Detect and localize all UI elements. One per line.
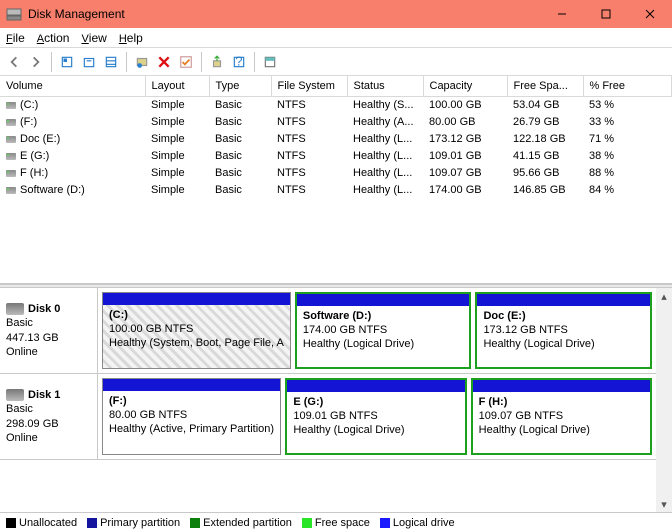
- detail-button[interactable]: [260, 52, 280, 72]
- delete-button[interactable]: [154, 52, 174, 72]
- menu-file[interactable]: File: [6, 31, 25, 45]
- drive-icon: [6, 136, 16, 143]
- titlebar[interactable]: Disk Management: [0, 0, 672, 28]
- settings-button[interactable]: [132, 52, 152, 72]
- list-view-button[interactable]: [101, 52, 121, 72]
- scroll-up-icon[interactable]: ▴: [656, 288, 672, 304]
- col-layout[interactable]: Layout: [145, 76, 209, 96]
- disk-icon: [6, 303, 24, 315]
- drive-icon: [6, 102, 16, 109]
- refresh-button[interactable]: [57, 52, 77, 72]
- check-button[interactable]: [176, 52, 196, 72]
- window-title: Disk Management: [28, 7, 540, 21]
- minimize-button[interactable]: [540, 0, 584, 28]
- partition[interactable]: Doc (E:)173.12 GB NTFSHealthy (Logical D…: [475, 292, 652, 369]
- partition[interactable]: (F:)80.00 GB NTFSHealthy (Active, Primar…: [102, 378, 281, 455]
- disk-map-pane[interactable]: Disk 0Basic447.13 GBOnline(C:)100.00 GB …: [0, 288, 656, 512]
- extend-button[interactable]: [207, 52, 227, 72]
- table-row[interactable]: E (G:) SimpleBasicNTFSHealthy (L...109.0…: [0, 148, 672, 165]
- volume-list-pane[interactable]: Volume Layout Type File System Status Ca…: [0, 76, 672, 284]
- properties-button[interactable]: [79, 52, 99, 72]
- col-pct[interactable]: % Free: [583, 76, 672, 96]
- partition[interactable]: (C:)100.00 GB NTFSHealthy (System, Boot,…: [102, 292, 291, 369]
- drive-icon: [6, 153, 16, 160]
- table-row[interactable]: Doc (E:) SimpleBasicNTFSHealthy (L...173…: [0, 131, 672, 148]
- menu-action[interactable]: Action: [37, 31, 70, 45]
- col-volume[interactable]: Volume: [0, 76, 145, 96]
- table-row[interactable]: Software (D:) SimpleBasicNTFSHealthy (L.…: [0, 182, 672, 199]
- drive-icon: [6, 170, 16, 177]
- vertical-scrollbar[interactable]: ▴ ▾: [656, 288, 672, 512]
- app-icon: [6, 7, 22, 21]
- disk-icon: [6, 389, 24, 401]
- help-icon-button[interactable]: ?: [229, 52, 249, 72]
- legend: Unallocated Primary partition Extended p…: [0, 512, 672, 532]
- col-status[interactable]: Status: [347, 76, 423, 96]
- table-row[interactable]: (C:) SimpleBasicNTFSHealthy (S...100.00 …: [0, 96, 672, 114]
- table-header-row[interactable]: Volume Layout Type File System Status Ca…: [0, 76, 672, 96]
- partition[interactable]: F (H:)109.07 GB NTFSHealthy (Logical Dri…: [471, 378, 652, 455]
- maximize-button[interactable]: [584, 0, 628, 28]
- col-free[interactable]: Free Spa...: [507, 76, 583, 96]
- back-button[interactable]: [4, 52, 24, 72]
- menu-help[interactable]: Help: [119, 31, 143, 45]
- disk-row: Disk 1Basic298.09 GBOnline(F:)80.00 GB N…: [0, 374, 656, 460]
- disk-label[interactable]: Disk 0Basic447.13 GBOnline: [0, 288, 98, 373]
- col-fs[interactable]: File System: [271, 76, 347, 96]
- drive-icon: [6, 119, 16, 126]
- table-row[interactable]: (F:) SimpleBasicNTFSHealthy (A...80.00 G…: [0, 114, 672, 131]
- forward-button[interactable]: [26, 52, 46, 72]
- menu-view[interactable]: View: [81, 31, 106, 45]
- scroll-down-icon[interactable]: ▾: [656, 496, 672, 512]
- drive-icon: [6, 187, 16, 194]
- volume-table: Volume Layout Type File System Status Ca…: [0, 76, 672, 199]
- col-type[interactable]: Type: [209, 76, 271, 96]
- menubar: File Action View Help: [0, 28, 672, 48]
- svg-text:?: ?: [235, 55, 242, 69]
- disk-row: Disk 0Basic447.13 GBOnline(C:)100.00 GB …: [0, 288, 656, 374]
- close-button[interactable]: [628, 0, 672, 28]
- partition[interactable]: Software (D:)174.00 GB NTFSHealthy (Logi…: [295, 292, 472, 369]
- partition[interactable]: E (G:)109.01 GB NTFSHealthy (Logical Dri…: [285, 378, 466, 455]
- col-capacity[interactable]: Capacity: [423, 76, 507, 96]
- table-row[interactable]: F (H:) SimpleBasicNTFSHealthy (L...109.0…: [0, 165, 672, 182]
- toolbar: ?: [0, 48, 672, 76]
- disk-label[interactable]: Disk 1Basic298.09 GBOnline: [0, 374, 98, 459]
